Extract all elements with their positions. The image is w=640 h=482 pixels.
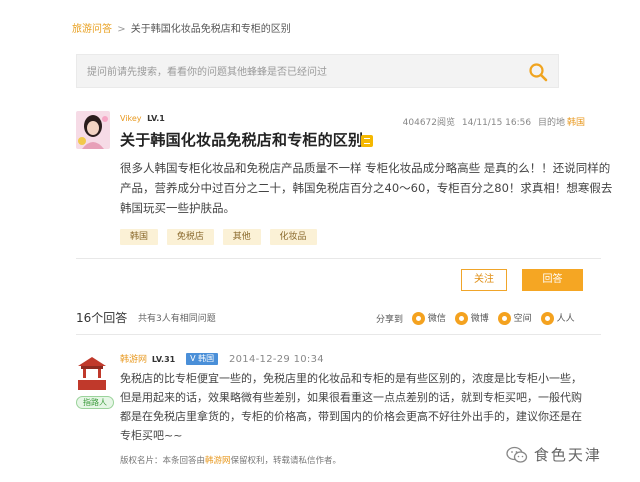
share-qzone[interactable]: 空间 [497, 311, 532, 325]
follow-button[interactable]: 关注 [461, 269, 507, 291]
same-question-count: 共有3人有相同问题 [138, 314, 216, 324]
answer-location-badge[interactable]: V 韩国 [186, 353, 219, 365]
question-meta: 404672阅览 14/11/15 16:56 目的地 韩国 [399, 115, 585, 128]
answer-time: 2014-12-29 10:34 [228, 354, 324, 365]
watermark: 食色天津 [506, 444, 602, 468]
share-weixin-label: 微信 [427, 314, 446, 324]
question-user-level: LV.1 [147, 114, 165, 123]
answer-count: 16个回答 [76, 311, 128, 325]
share-bar: 分享到 微信 微博 空间 人人 [370, 311, 575, 327]
breadcrumb-current: 关于韩国化妆品免税店和专柜的区别 [130, 24, 291, 35]
question-views: 404672阅览 [402, 118, 455, 128]
question-user-avatar[interactable] [76, 111, 110, 149]
tag-other[interactable]: 其他 [222, 229, 261, 245]
question-body-line: 很多人韩国专柜化妆品和免税店产品质量不一样 专柜化妆品成分略高些 是真的么！！还… [120, 161, 611, 175]
answer-body-line: 免税店的比专柜便宜一些的，免税店里的化妆品和专柜的是有些区别的，浓度是比专柜小一… [120, 372, 582, 385]
question-tags: 韩国 免税店 其他 化妆品 [120, 228, 322, 246]
question-body: 很多人韩国专柜化妆品和免税店产品质量不一样 专柜化妆品成分略高些 是真的么！！还… [120, 158, 613, 218]
guide-badge: 指路人 [76, 396, 114, 409]
weixin-icon [411, 312, 425, 325]
tag-cosmetics[interactable]: 化妆品 [269, 229, 317, 245]
share-weixin[interactable]: 微信 [411, 311, 446, 325]
search-button[interactable] [528, 62, 548, 82]
tag-duty-free[interactable]: 免税店 [166, 229, 214, 245]
search-input[interactable] [87, 64, 517, 80]
search-bar [76, 54, 559, 88]
answer-body-line: 但是用起来的话，效果略微有些差别，如果很看重这一点点差别的话，就到专柜买吧，一般… [120, 391, 582, 404]
answer-body-line: 都是在免税店里拿货的，专柜的价格高，带到国内的价格会更高不好往外出手的，建议你还… [120, 410, 582, 423]
answer-user-avatar[interactable] [76, 354, 108, 394]
wechat-icon [506, 446, 528, 463]
question-body-line: 产品，营养成分中过百分之二十，韩国免税店百分之40～60，专柜百分之80！求真相… [120, 181, 613, 195]
divider [76, 334, 601, 335]
copyright-brand-link[interactable]: 韩游网 [205, 456, 231, 466]
question-title: 关于韩国化妆品免税店和专柜的区别 [120, 131, 364, 149]
copyright-note: 版权名片：本条回答由韩游网保留权利，转载请私信作者。 [120, 454, 341, 466]
tag-korea[interactable]: 韩国 [120, 229, 159, 245]
search-icon [529, 63, 548, 82]
question-body-line: 韩国玩买一些护肤品。 [120, 201, 235, 215]
breadcrumb-separator: > [117, 24, 126, 35]
question-badge-icon [361, 135, 373, 147]
copyright-prefix: 版权名片：本条回答由 [120, 456, 206, 466]
renren-icon [540, 312, 554, 325]
breadcrumb: 旅游问答 > 关于韩国化妆品免税店和专柜的区别 [72, 20, 291, 35]
answer-user-level: LV.31 [151, 355, 176, 364]
share-renren-label: 人人 [556, 314, 575, 324]
answer-body: 免税店的比专柜便宜一些的，免税店里的化妆品和专柜的是有些区别的，浓度是比专柜小一… [120, 369, 590, 445]
watermark-text: 食色天津 [533, 446, 602, 464]
answer-username[interactable]: 韩游网 [120, 355, 147, 365]
answer-body-line: 专柜买吧~~ [120, 429, 183, 442]
share-weibo-label: 微博 [470, 314, 489, 324]
question-user: Vikey LV.1 [120, 114, 165, 123]
qzone-icon [497, 312, 511, 325]
destination-label: 目的地 [537, 118, 565, 128]
share-label: 分享到 [376, 314, 404, 325]
answer-button[interactable]: 回答 [522, 269, 583, 291]
question-username[interactable]: Vikey [120, 114, 142, 123]
question-date: 14/11/15 16:56 [461, 118, 532, 128]
copyright-suffix: 保留权利，转载请私信作者。 [230, 456, 342, 466]
answer-header: 韩游网 LV.31 V 韩国 2014-12-29 10:34 [120, 352, 324, 366]
weibo-icon [454, 312, 468, 325]
share-weibo[interactable]: 微博 [454, 311, 489, 325]
share-renren[interactable]: 人人 [540, 311, 575, 325]
breadcrumb-home-link[interactable]: 旅游问答 [72, 24, 112, 35]
share-qzone-label: 空间 [513, 314, 532, 324]
destination-link[interactable]: 韩国 [567, 118, 585, 128]
divider [76, 258, 601, 259]
